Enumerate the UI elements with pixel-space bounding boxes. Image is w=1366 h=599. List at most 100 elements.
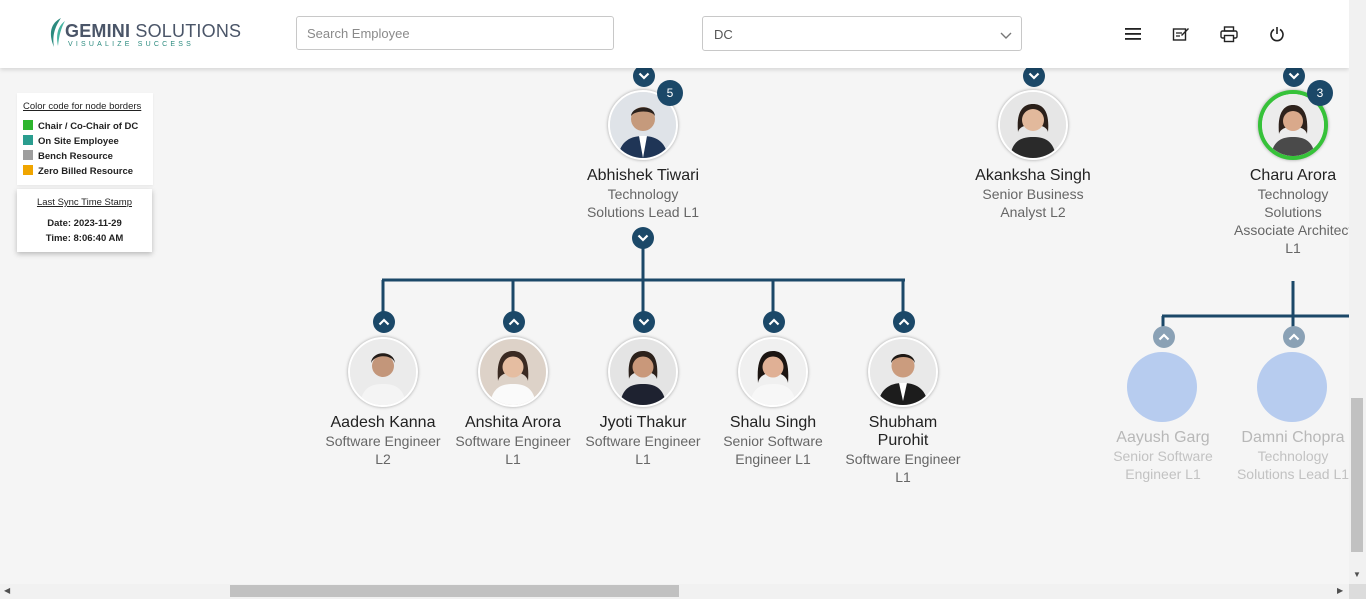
person-photo-icon [610,339,676,405]
employee-title: Senior Software [723,433,823,449]
employee-name: Shalu Singh [729,414,817,431]
employee-avatar [998,90,1068,160]
employee-title: L1 [895,469,911,485]
employee-name: Purohit [877,432,929,449]
org-node-abhishek-tiwari[interactable]: Abhishek Tiwari Technology Solutions Lea… [581,90,705,240]
collapse-toggle-button[interactable] [1023,65,1045,87]
expand-toggle-button[interactable] [632,227,654,249]
chevron-down-icon [1288,72,1300,80]
logo-tagline: VISUALIZE SUCCESS [68,41,194,48]
collapse-up-toggle-button[interactable] [1283,326,1305,348]
expand-toggle-button[interactable] [633,311,655,333]
employee-avatar [348,337,418,407]
person-photo-icon [1000,92,1066,158]
edit-note-icon [1172,28,1189,41]
employee-title: Technology [1257,186,1329,202]
org-node-shalu-singh[interactable]: Shalu Singh Senior Software Engineer L1 [711,337,835,472]
company-logo[interactable]: GEMINI SOLUTIONS VISUALIZE SUCCESS [46,17,241,51]
chevron-down-icon [1028,72,1040,80]
employee-name: Aayush Garg [1116,429,1210,446]
employee-title: Software Engineer [585,433,701,449]
menu-button[interactable] [1123,24,1143,44]
reports-count-badge: 3 [1307,80,1333,106]
employee-title: Solutions [1264,204,1322,220]
employee-avatar [478,337,548,407]
horizontal-scrollbar-thumb[interactable] [230,585,679,597]
employee-title: Software Engineer [845,451,961,467]
placeholder-avatar [1257,352,1327,422]
employee-title: L1 [635,451,651,467]
employee-title: L1 [505,451,521,467]
employee-title: Senior Business [982,186,1084,202]
employee-title: Technology [1257,448,1329,464]
person-photo-icon [350,339,416,405]
collapse-up-toggle-button[interactable] [763,311,785,333]
org-node-aadesh-kanna[interactable]: Aadesh Kanna Software Engineer L2 [321,337,445,472]
org-node-akanksha-singh[interactable]: Akanksha Singh Senior Business Analyst L… [971,90,1095,230]
org-node-charu-arora[interactable]: Charu Arora Technology Solutions Associa… [1231,90,1355,260]
org-node-shubham-purohit[interactable]: Shubham Purohit Software Engineer L1 [841,337,965,492]
collapse-up-toggle-button[interactable] [1153,326,1175,348]
person-photo-icon [740,339,806,405]
vertical-scrollbar[interactable]: ▼ [1349,0,1366,584]
collapse-toggle-button[interactable] [1283,65,1305,87]
employee-title: Software Engineer [455,433,571,449]
collapse-up-toggle-button[interactable] [893,311,915,333]
chevron-down-icon [637,234,649,242]
power-icon [1270,27,1284,42]
dc-select[interactable]: DC [702,16,1022,51]
employee-name: Abhishek Tiwari [586,167,700,184]
employee-title: Solutions Lead L1 [1236,466,1350,482]
collapse-up-toggle-button[interactable] [373,311,395,333]
chevron-down-icon [638,72,650,80]
app-header: GEMINI SOLUTIONS VISUALIZE SUCCESS DC [0,0,1349,68]
scroll-left-arrow-icon[interactable]: ◀ [4,587,10,595]
power-button[interactable] [1267,24,1287,44]
employee-title: Engineer L1 [1125,466,1201,482]
scroll-right-arrow-icon[interactable]: ▶ [1337,587,1343,595]
chevron-up-icon [768,318,780,326]
employee-name: Shubham [868,414,938,431]
logo-name-rest: SOLUTIONS [130,21,242,41]
chevron-up-icon [1158,333,1170,341]
print-icon [1220,25,1238,42]
org-node-anshita-arora[interactable]: Anshita Arora Software Engineer L1 [451,337,575,472]
org-node-aayush-garg[interactable]: Aayush Garg Senior Software Engineer L1 [1101,352,1225,487]
scroll-down-arrow-icon[interactable]: ▼ [1353,571,1361,579]
print-button[interactable] [1219,24,1239,44]
employee-name: Aadesh Kanna [330,414,436,431]
employee-avatar [738,337,808,407]
horizontal-scrollbar[interactable]: ◀ ▶ [0,584,1349,599]
dc-select-value: DC [714,27,733,42]
chevron-down-icon [638,318,650,326]
employee-avatar [868,337,938,407]
vertical-scrollbar-thumb[interactable] [1351,398,1363,552]
employee-title: Software Engineer [325,433,441,449]
employee-title: Solutions Lead L1 [586,204,700,220]
placeholder-avatar [1127,352,1197,422]
employee-title: Engineer L1 [735,451,811,467]
employee-title: L2 [375,451,391,467]
employee-avatar [608,337,678,407]
person-photo-icon [480,339,546,405]
chevron-up-icon [898,318,910,326]
person-photo-icon [870,339,936,405]
collapse-up-toggle-button[interactable] [503,311,525,333]
employee-title: L1 [1285,240,1301,256]
chevron-up-icon [508,318,520,326]
collapse-toggle-button[interactable] [633,65,655,87]
org-node-jyoti-thakur[interactable]: Jyoti Thakur Software Engineer L1 [581,337,705,472]
chevron-up-icon [378,318,390,326]
employee-title: Analyst L2 [1000,204,1066,220]
employee-name: Anshita Arora [464,414,562,431]
edit-note-button[interactable] [1171,24,1191,44]
employee-name: Charu Arora [1249,167,1337,184]
logo-name-bold: GEMINI [65,21,131,41]
employee-name: Jyoti Thakur [599,414,687,431]
search-employee-input[interactable] [296,16,614,50]
employee-name: Damni Chopra [1241,429,1345,446]
org-node-damni-chopra[interactable]: Damni Chopra Technology Solutions Lead L… [1231,352,1355,487]
chevron-up-icon [1288,333,1300,341]
employee-name: Akanksha Singh [975,167,1091,184]
scrollbar-corner [1349,584,1366,599]
